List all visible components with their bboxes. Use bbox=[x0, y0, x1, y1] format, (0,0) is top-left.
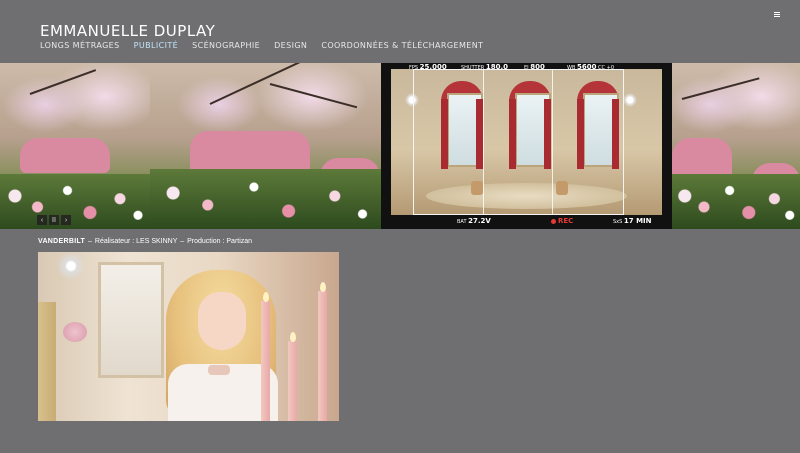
production-label: Production : bbox=[187, 238, 225, 245]
frame-guides bbox=[413, 69, 624, 215]
nav-item-longs-metrages[interactable]: LONGS MÉTRAGES bbox=[40, 41, 120, 50]
gallery-image-camera-monitor[interactable]: FPS 25.000 SHUTTER 180.0 EI 800 WB 5600 … bbox=[381, 63, 672, 229]
director-value: LES SKINNY bbox=[136, 238, 178, 245]
hud-sxs: SxS 17 MIN bbox=[613, 217, 652, 225]
nav-item-design[interactable]: DESIGN bbox=[274, 41, 307, 50]
main-nav: LONGS MÉTRAGES PUBLICITÉ SCÉNOGRAPHIE DE… bbox=[40, 41, 483, 50]
nav-item-scenographie[interactable]: SCÉNOGRAPHIE bbox=[192, 41, 260, 50]
nav-item-publicite[interactable]: PUBLICITÉ bbox=[134, 41, 178, 50]
next-icon[interactable]: › bbox=[61, 215, 71, 225]
hud-wb: WB 5600 CC +0 bbox=[567, 63, 614, 71]
hud-shutter: SHUTTER 180.0 bbox=[461, 63, 508, 71]
production-value: Partizan bbox=[226, 238, 253, 245]
gallery-image-garden-3[interactable] bbox=[672, 63, 800, 229]
hud-battery: BAT 27.2V bbox=[457, 217, 491, 225]
hud-rec: REC bbox=[551, 217, 573, 225]
project-caption: VANDERBILT – Réalisateur : LES SKINNY – … bbox=[38, 238, 253, 245]
hud-ei: EI 800 bbox=[524, 63, 545, 71]
project-title: VANDERBILT bbox=[38, 238, 86, 245]
hud-fps: FPS 25.000 bbox=[409, 63, 447, 71]
video-player[interactable] bbox=[38, 252, 339, 421]
nav-item-coordonnees[interactable]: COORDONNÉES & TÉLÉCHARGEMENT bbox=[321, 41, 483, 50]
director-label: Réalisateur : bbox=[94, 238, 135, 245]
record-icon bbox=[551, 219, 556, 224]
prev-icon[interactable]: ‹ bbox=[37, 215, 47, 225]
gallery-controls: ‹ II › bbox=[37, 215, 71, 225]
hamburger-icon[interactable] bbox=[774, 12, 780, 18]
gallery-image-garden-1[interactable]: ‹ II › bbox=[0, 63, 150, 229]
image-gallery[interactable]: ‹ II › FPS 25.000 SHUTTER 180.0 EI 800 W… bbox=[0, 63, 800, 229]
site-title[interactable]: EMMANUELLE DUPLAY bbox=[40, 22, 215, 40]
site-header: EMMANUELLE DUPLAY bbox=[40, 22, 215, 40]
gallery-image-garden-2[interactable] bbox=[150, 63, 381, 229]
pause-icon[interactable]: II bbox=[49, 215, 59, 225]
